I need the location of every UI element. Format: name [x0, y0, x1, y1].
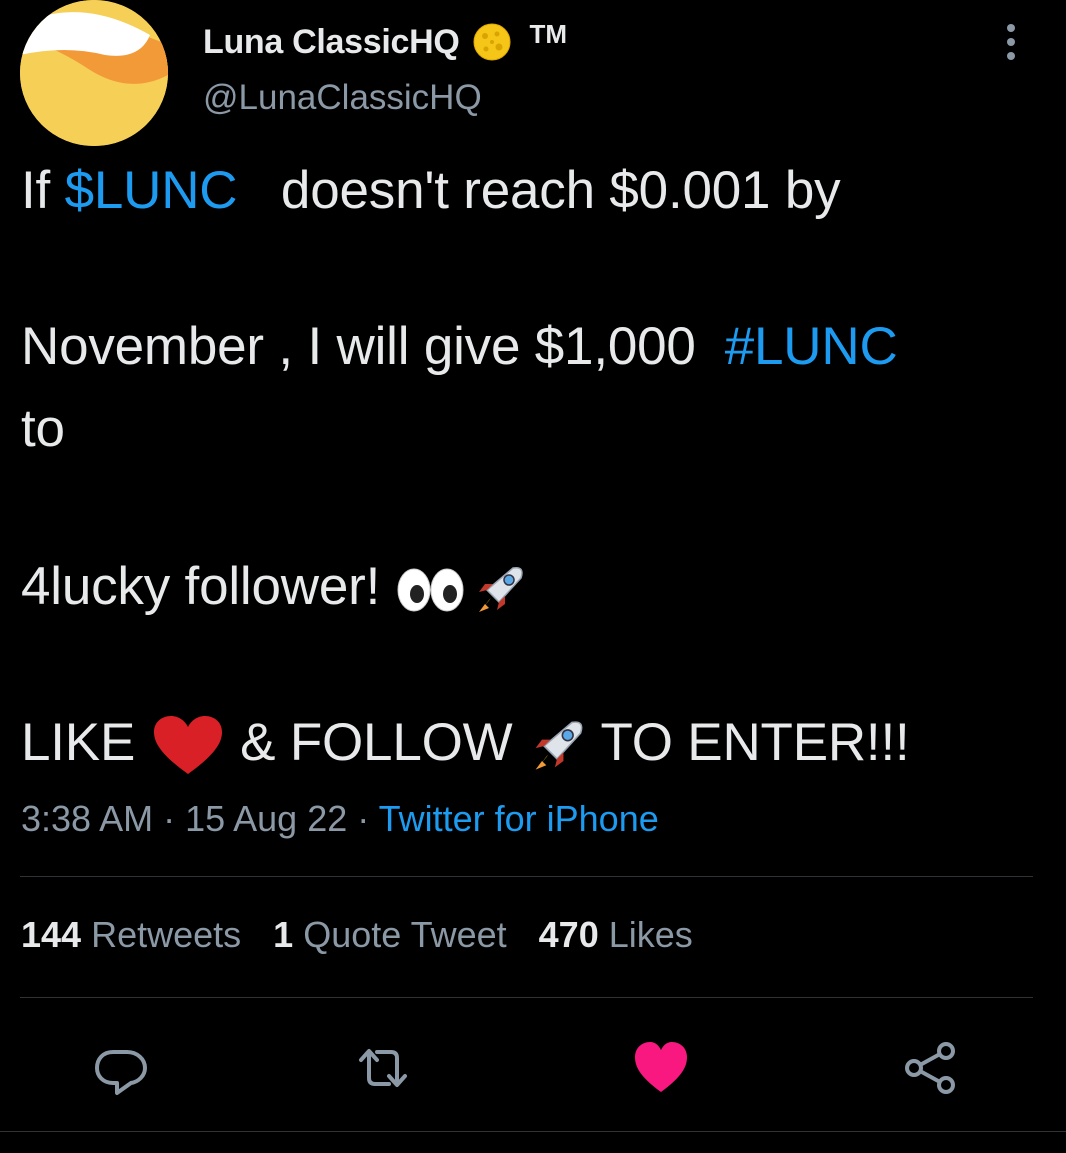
tweet-date[interactable]: 15 Aug 22	[185, 798, 347, 839]
likes-label: Likes	[598, 914, 693, 955]
tweet-text: doesn't reach $0.001 by	[237, 161, 841, 220]
quote-tweets-stat[interactable]: 1 Quote Tweet	[273, 914, 507, 956]
rocket-emoji-icon	[478, 566, 523, 612]
tweet-text: If	[21, 161, 65, 220]
tweet-text-line-2: November , I will give $1,000 #LUNC	[21, 316, 898, 377]
luna-classic-logo-icon	[20, 0, 168, 146]
more-dot-icon	[1007, 24, 1015, 32]
retweet-icon	[359, 1049, 407, 1087]
more-dot-icon	[1007, 52, 1015, 60]
retweets-label: Retweets	[81, 914, 242, 955]
retweets-stat[interactable]: 144 Retweets	[21, 914, 241, 956]
heart-filled-icon	[635, 1042, 687, 1092]
tweet-stats: 144 Retweets 1 Quote Tweet 470 Likes	[21, 914, 725, 956]
reply-icon	[95, 1050, 147, 1095]
tweet-text: LIKE	[21, 713, 150, 772]
retweets-count: 144	[21, 914, 82, 955]
likes-count: 470	[538, 914, 599, 955]
cashtag-link[interactable]: $LUNC	[65, 161, 238, 220]
likes-stat[interactable]: 470 Likes	[539, 914, 693, 956]
rocket-emoji-icon	[535, 721, 583, 770]
divider	[0, 1131, 1066, 1132]
separator: ·	[153, 798, 186, 839]
avatar[interactable]	[20, 0, 168, 146]
share-button[interactable]	[900, 1038, 960, 1098]
divider	[20, 876, 1033, 877]
tweet-meta: 3:38 AM · 15 Aug 22 · Twitter for iPhone	[21, 798, 659, 840]
tweet-text: & FOLLOW	[225, 713, 527, 772]
hashtag-link[interactable]: #LUNC	[725, 317, 898, 376]
retweet-button[interactable]	[353, 1038, 413, 1098]
moon-emoji-icon	[473, 23, 511, 61]
divider	[20, 997, 1033, 998]
share-icon	[905, 1042, 955, 1094]
tweet-text-line-5: LIKE & FOLLOW TO ENTER!!!	[21, 712, 910, 778]
tweet-text: November , I will give $1,000	[21, 317, 725, 376]
red-heart-emoji-icon	[153, 716, 222, 774]
quote-tweets-count: 1	[273, 914, 294, 955]
tweet-text: TO ENTER!!!	[586, 713, 910, 772]
tweet-source-link[interactable]: Twitter for iPhone	[379, 798, 659, 839]
tweet-text-line-1: If $LUNC doesn't reach $0.001 by	[21, 160, 841, 221]
more-options-button[interactable]	[996, 22, 1026, 62]
author-handle[interactable]: @LunaClassicHQ	[203, 78, 482, 118]
tweet-time[interactable]: 3:38 AM	[21, 798, 153, 839]
quote-tweets-label: Quote Tweet	[293, 914, 507, 955]
tweet-text-line-4: 4lucky follower!	[21, 556, 527, 618]
more-dot-icon	[1007, 38, 1015, 46]
separator: ·	[347, 798, 379, 839]
author-display-name[interactable]: Luna ClassicHQ	[203, 23, 460, 62]
like-button[interactable]	[631, 1038, 691, 1098]
eyes-emoji-icon	[397, 568, 464, 612]
trademark-label: TM	[529, 18, 568, 49]
tweet-text: 4lucky follower!	[21, 557, 395, 616]
reply-button[interactable]	[91, 1038, 151, 1098]
author-name-row: Luna ClassicHQ TM	[203, 18, 567, 66]
tweet-text-line-3: to	[21, 399, 65, 458]
